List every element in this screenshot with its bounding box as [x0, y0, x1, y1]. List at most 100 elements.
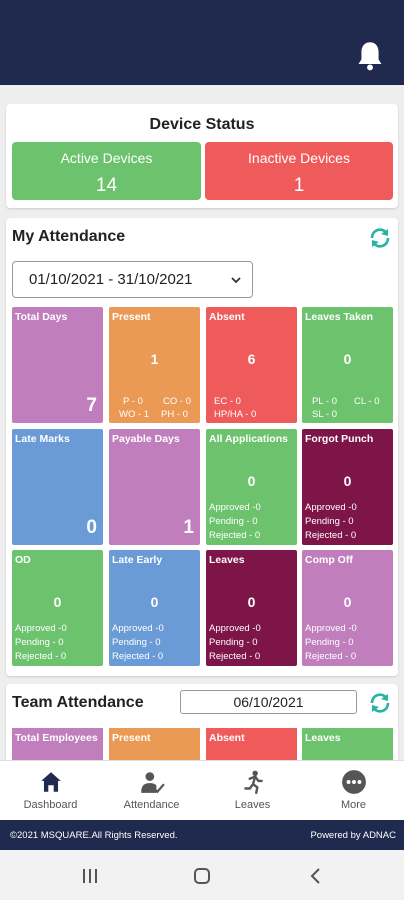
active-devices-label: Active Devices [60, 150, 153, 166]
nav-label: Dashboard [23, 799, 78, 811]
pending-count: Pending - 0 [209, 516, 258, 527]
approved-count: Approved -0 [112, 623, 164, 634]
inactive-devices-label: Inactive Devices [248, 150, 350, 166]
tile-leaves-taken[interactable]: Leaves Taken 0 PL - 0 CL - 0 SL - 0 [302, 307, 393, 423]
tile-value: 0 [53, 594, 62, 610]
team-date-field[interactable]: 06/10/2021 [180, 690, 357, 714]
tile-absent[interactable]: Absent 6 EC - 0 HP/HA - 0 [206, 307, 297, 423]
team-tile-total-employees[interactable]: Total Employees [12, 728, 103, 764]
leaves-cl: CL - 0 [354, 396, 380, 407]
tile-forgot-punch[interactable]: Forgot Punch 0 Approved -0 Pending - 0 R… [302, 429, 393, 545]
inactive-devices-box[interactable]: Inactive Devices 1 [205, 142, 393, 200]
bell-icon[interactable] [356, 40, 384, 72]
tile-label: Comp Off [305, 554, 353, 566]
tile-value: 0 [343, 473, 352, 489]
recent-apps-icon[interactable] [80, 866, 100, 886]
my-attendance-title: My Attendance [12, 228, 126, 245]
date-range-value: 01/10/2021 - 31/10/2021 [29, 271, 193, 288]
tile-present[interactable]: Present 1 P - 0 CO - 0 WO - 1 PH - 0 [109, 307, 200, 423]
active-devices-box[interactable]: Active Devices 14 [12, 142, 201, 200]
tile-payable-days[interactable]: Payable Days 1 [109, 429, 200, 545]
pending-count: Pending - 0 [305, 637, 354, 648]
back-icon[interactable] [306, 866, 326, 886]
system-nav-bar [0, 850, 404, 900]
tile-label: Leaves [209, 554, 245, 566]
pending-count: Pending - 0 [209, 637, 258, 648]
tile-label: All Applications [209, 433, 288, 445]
copyright-text: ©2021 MSQUARE.All Rights Reserved. [10, 830, 178, 841]
attendance-icon [141, 772, 165, 794]
tile-all-applications[interactable]: All Applications 0 Approved -0 Pending -… [206, 429, 297, 545]
tile-value: 0 [343, 594, 352, 610]
inactive-devices-count: 1 [293, 175, 305, 196]
tile-value: 0 [343, 351, 352, 367]
tile-value: 1 [183, 517, 194, 538]
footer: ©2021 MSQUARE.All Rights Reserved. Power… [0, 820, 404, 850]
nav-attendance[interactable]: Attendance [101, 761, 202, 821]
date-range-select[interactable]: 01/10/2021 - 31/10/2021 [12, 261, 253, 298]
rejected-count: Rejected - 0 [209, 530, 261, 541]
team-tile-absent[interactable]: Absent [206, 728, 297, 764]
refresh-icon[interactable] [368, 226, 392, 250]
leaves-pl: PL - 0 [312, 396, 337, 407]
team-tile-present[interactable]: Present [109, 728, 200, 764]
tile-late-early[interactable]: Late Early 0 Approved -0 Pending - 0 Rej… [109, 550, 200, 666]
absent-ec: EC - 0 [214, 396, 241, 407]
tile-comp-off[interactable]: Comp Off 0 Approved -0 Pending - 0 Rejec… [302, 550, 393, 666]
home-icon [41, 772, 61, 792]
present-p: P - 0 [123, 396, 143, 407]
tile-value: 7 [86, 395, 97, 416]
tile-label: Late Marks [15, 433, 70, 445]
tile-value: 6 [247, 351, 256, 367]
tile-value: 0 [247, 473, 256, 489]
rejected-count: Rejected - 0 [112, 651, 164, 662]
tile-value: 0 [86, 517, 97, 538]
rejected-count: Rejected - 0 [305, 530, 357, 541]
tile-label: Payable Days [112, 433, 180, 445]
tile-label: Leaves Taken [305, 311, 374, 323]
tile-od[interactable]: OD 0 Approved -0 Pending - 0 Rejected - … [12, 550, 103, 666]
pending-count: Pending - 0 [15, 637, 64, 648]
team-tile-leaves[interactable]: Leaves [302, 728, 393, 764]
approved-count: Approved -0 [209, 502, 261, 513]
nav-dashboard[interactable]: Dashboard [0, 761, 101, 821]
nav-leaves[interactable]: Leaves [202, 761, 303, 821]
bottom-nav: Dashboard Attendance Leaves More [0, 760, 404, 820]
rejected-count: Rejected - 0 [209, 651, 261, 662]
pending-count: Pending - 0 [305, 516, 354, 527]
team-attendance-card: Team Attendance 06/10/2021 Total Employe… [6, 684, 398, 764]
app-header [0, 0, 404, 85]
tile-label: Absent [209, 311, 245, 323]
absent-hp: HP/HA - 0 [214, 409, 257, 420]
tile-value: 0 [150, 594, 159, 610]
home-button-icon[interactable] [192, 866, 212, 886]
present-co: CO - 0 [163, 396, 191, 407]
tile-label: Forgot Punch [305, 433, 374, 445]
tile-label: OD [15, 554, 31, 566]
pending-count: Pending - 0 [112, 637, 161, 648]
more-icon [342, 770, 366, 794]
approved-count: Approved -0 [305, 623, 357, 634]
tile-total-days[interactable]: Total Days 7 [12, 307, 103, 423]
team-attendance-title: Team Attendance [12, 694, 144, 711]
approved-count: Approved -0 [305, 502, 357, 513]
tile-value: 1 [150, 351, 159, 367]
nav-label: More [340, 799, 367, 811]
tile-label: Present [112, 311, 151, 323]
approved-count: Approved -0 [209, 623, 261, 634]
tile-label: Total Days [15, 311, 68, 323]
tile-late-marks[interactable]: Late Marks 0 [12, 429, 103, 545]
device-status-title: Device Status [149, 116, 255, 133]
present-ph: PH - 0 [161, 409, 188, 420]
my-attendance-card: My Attendance 01/10/2021 - 31/10/2021 To… [6, 218, 398, 676]
refresh-icon[interactable] [368, 691, 392, 715]
chevron-down-icon [231, 277, 241, 284]
tile-leaves[interactable]: Leaves 0 Approved -0 Pending - 0 Rejecte… [206, 550, 297, 666]
approved-count: Approved -0 [15, 623, 67, 634]
rejected-count: Rejected - 0 [305, 651, 357, 662]
powered-by-text: Powered by ADNAC [310, 830, 396, 841]
nav-more[interactable]: More [303, 761, 404, 821]
active-devices-count: 14 [95, 175, 118, 196]
nav-label: Attendance [123, 799, 180, 811]
device-status-card: Device Status Active Devices 14 Inactive… [6, 104, 398, 208]
